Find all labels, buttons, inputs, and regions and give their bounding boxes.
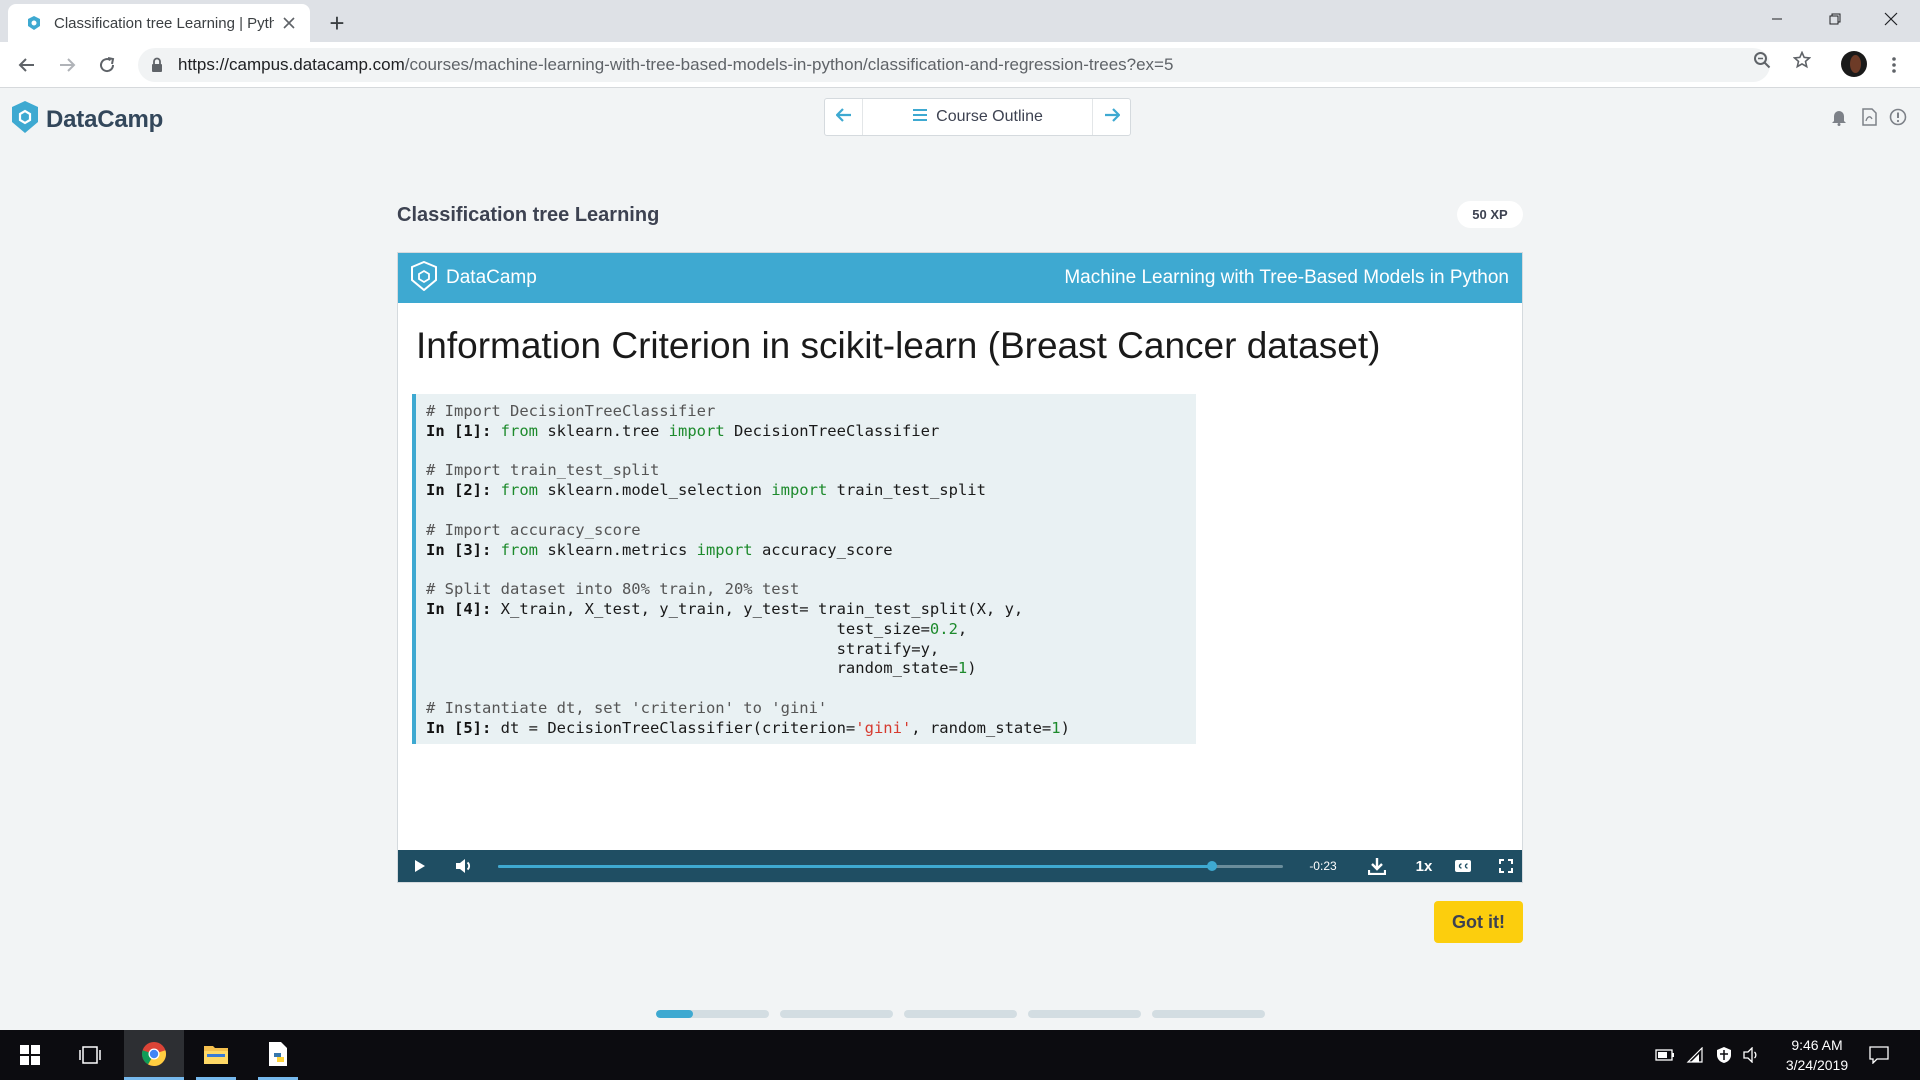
code-line: In [5]: dt = DecisionTreeClassifier(crit… xyxy=(426,718,1070,737)
code-line: In [1]: from sklearn.tree import Decisio… xyxy=(426,421,940,440)
slide-header: DataCamp Machine Learning with Tree-Base… xyxy=(398,253,1522,303)
lock-icon xyxy=(150,57,166,73)
minimize-icon[interactable] xyxy=(1748,0,1806,38)
battery-icon[interactable] xyxy=(1654,1045,1676,1065)
code-line: # Import accuracy_score xyxy=(426,520,641,539)
xp-badge: 50 XP xyxy=(1457,201,1523,228)
datacamp-favicon-icon xyxy=(26,15,42,31)
slide-brand-text: DataCamp xyxy=(446,267,537,288)
code-line: In [4]: X_train, X_test, y_train, y_test… xyxy=(426,599,1024,618)
code-line: random_state=1) xyxy=(426,659,977,678)
url-host: https://campus.datacamp.com xyxy=(178,55,405,74)
tab-close-icon[interactable] xyxy=(280,14,298,32)
fullscreen-icon[interactable] xyxy=(1496,856,1516,876)
next-exercise-button[interactable] xyxy=(1093,99,1130,135)
reload-icon[interactable] xyxy=(93,51,121,79)
step-segment xyxy=(904,1010,1017,1018)
windows-taskbar: 9:46 AM 3/24/2019 xyxy=(0,1030,1920,1080)
restore-icon[interactable] xyxy=(1806,0,1864,38)
report-issue-icon[interactable] xyxy=(1888,107,1908,127)
zoom-icon[interactable] xyxy=(1752,50,1772,70)
clock-time: 9:46 AM xyxy=(1791,1037,1843,1053)
seek-handle[interactable] xyxy=(1207,861,1218,871)
address-bar[interactable]: https://campus.datacamp.com/courses/mach… xyxy=(138,48,1770,82)
browser-tab[interactable]: Classification tree Learning | Pyth xyxy=(8,4,310,42)
datacamp-logo[interactable]: DataCamp xyxy=(10,100,163,139)
code-block: # Import DecisionTreeClassifier In [1]: f… xyxy=(412,394,1196,744)
code-line: stratify=y, xyxy=(426,639,940,658)
play-icon[interactable] xyxy=(410,856,430,876)
time-remaining: -0:23 xyxy=(1309,859,1337,873)
menu-icon xyxy=(912,108,928,127)
close-window-icon[interactable] xyxy=(1862,0,1920,38)
closed-captions-icon[interactable] xyxy=(1452,856,1474,876)
logo-text: DataCamp xyxy=(46,105,164,133)
download-icon[interactable] xyxy=(1366,856,1388,876)
step-segment xyxy=(780,1010,893,1018)
code-line: # Import DecisionTreeClassifier xyxy=(426,402,716,420)
step-segment xyxy=(1152,1010,1265,1018)
seek-bar[interactable] xyxy=(498,861,1283,871)
windows-start-icon[interactable] xyxy=(6,1030,54,1080)
step-segment xyxy=(656,1010,769,1018)
code-line: test_size=0.2, xyxy=(426,619,968,638)
arrow-right-icon xyxy=(1104,107,1121,127)
url-path: /courses/machine-learning-with-tree-base… xyxy=(404,55,1174,74)
file-explorer-icon[interactable] xyxy=(196,1030,236,1080)
seek-bar-progress xyxy=(498,865,1213,868)
step-segment-progress xyxy=(656,1010,694,1018)
new-tab-button[interactable]: + xyxy=(322,8,352,38)
browser-tab-strip: Classification tree Learning | Pyth + xyxy=(0,0,1920,42)
task-view-icon[interactable] xyxy=(66,1030,114,1080)
exercise-steps-progress xyxy=(656,1010,1265,1018)
playback-speed-button[interactable]: 1x xyxy=(1411,856,1437,876)
course-outline-label: Course Outline xyxy=(936,108,1043,125)
exercise-title: Classification tree Learning xyxy=(397,204,660,226)
slide-title: Information Criterion in scikit-learn (B… xyxy=(416,325,1381,366)
got-it-button[interactable]: Got it! xyxy=(1434,901,1523,943)
wifi-icon[interactable] xyxy=(1684,1045,1706,1065)
action-center-icon[interactable] xyxy=(1868,1045,1890,1065)
url-text: https://campus.datacamp.com/courses/mach… xyxy=(178,55,1173,75)
slide-brand: DataCamp xyxy=(410,260,537,296)
step-segment xyxy=(1028,1010,1141,1018)
notifications-bell-icon[interactable] xyxy=(1829,107,1849,127)
code-line: In [2]: from sklearn.model_selection imp… xyxy=(426,481,986,500)
tab-title: Classification tree Learning | Pyth xyxy=(54,14,274,32)
bookmark-star-icon[interactable] xyxy=(1792,50,1812,70)
back-arrow-icon[interactable] xyxy=(13,51,41,79)
code-line: # Split dataset into 80% train, 20% test xyxy=(426,580,800,599)
code-line: # Import train_test_split xyxy=(426,461,660,480)
datacamp-shield-icon xyxy=(10,100,40,139)
player-controls: -0:23 1x xyxy=(398,850,1522,882)
clock-date: 3/24/2019 xyxy=(1785,1057,1849,1073)
course-outline-button[interactable]: Course Outline xyxy=(862,99,1093,135)
taskbar-clock[interactable]: 9:46 AM 3/24/2019 xyxy=(1770,1035,1864,1075)
slide-course-name: Machine Learning with Tree-Based Models … xyxy=(1064,267,1509,288)
arrow-left-icon xyxy=(834,107,852,127)
datacamp-shield-outline-icon xyxy=(410,260,438,296)
course-outline-nav: Course Outline xyxy=(824,98,1131,136)
security-shield-icon[interactable] xyxy=(1713,1045,1735,1065)
browser-menu-icon[interactable] xyxy=(1884,53,1904,77)
speaker-icon[interactable] xyxy=(1741,1045,1763,1065)
python-editor-icon[interactable] xyxy=(258,1030,298,1080)
chrome-taskbar-icon[interactable] xyxy=(124,1030,184,1080)
previous-exercise-button[interactable] xyxy=(825,99,862,135)
volume-icon[interactable] xyxy=(453,856,475,876)
slides-pdf-icon[interactable] xyxy=(1859,107,1879,127)
code-line: # Instantiate dt, set 'criterion' to 'gi… xyxy=(426,698,828,717)
browser-toolbar: https://campus.datacamp.com/courses/mach… xyxy=(0,42,1920,88)
code-line: In [3]: from sklearn.metrics import accu… xyxy=(426,540,893,559)
forward-arrow-icon[interactable] xyxy=(53,51,81,79)
profile-avatar[interactable] xyxy=(1841,51,1867,77)
video-player[interactable]: DataCamp Machine Learning with Tree-Base… xyxy=(397,252,1523,883)
